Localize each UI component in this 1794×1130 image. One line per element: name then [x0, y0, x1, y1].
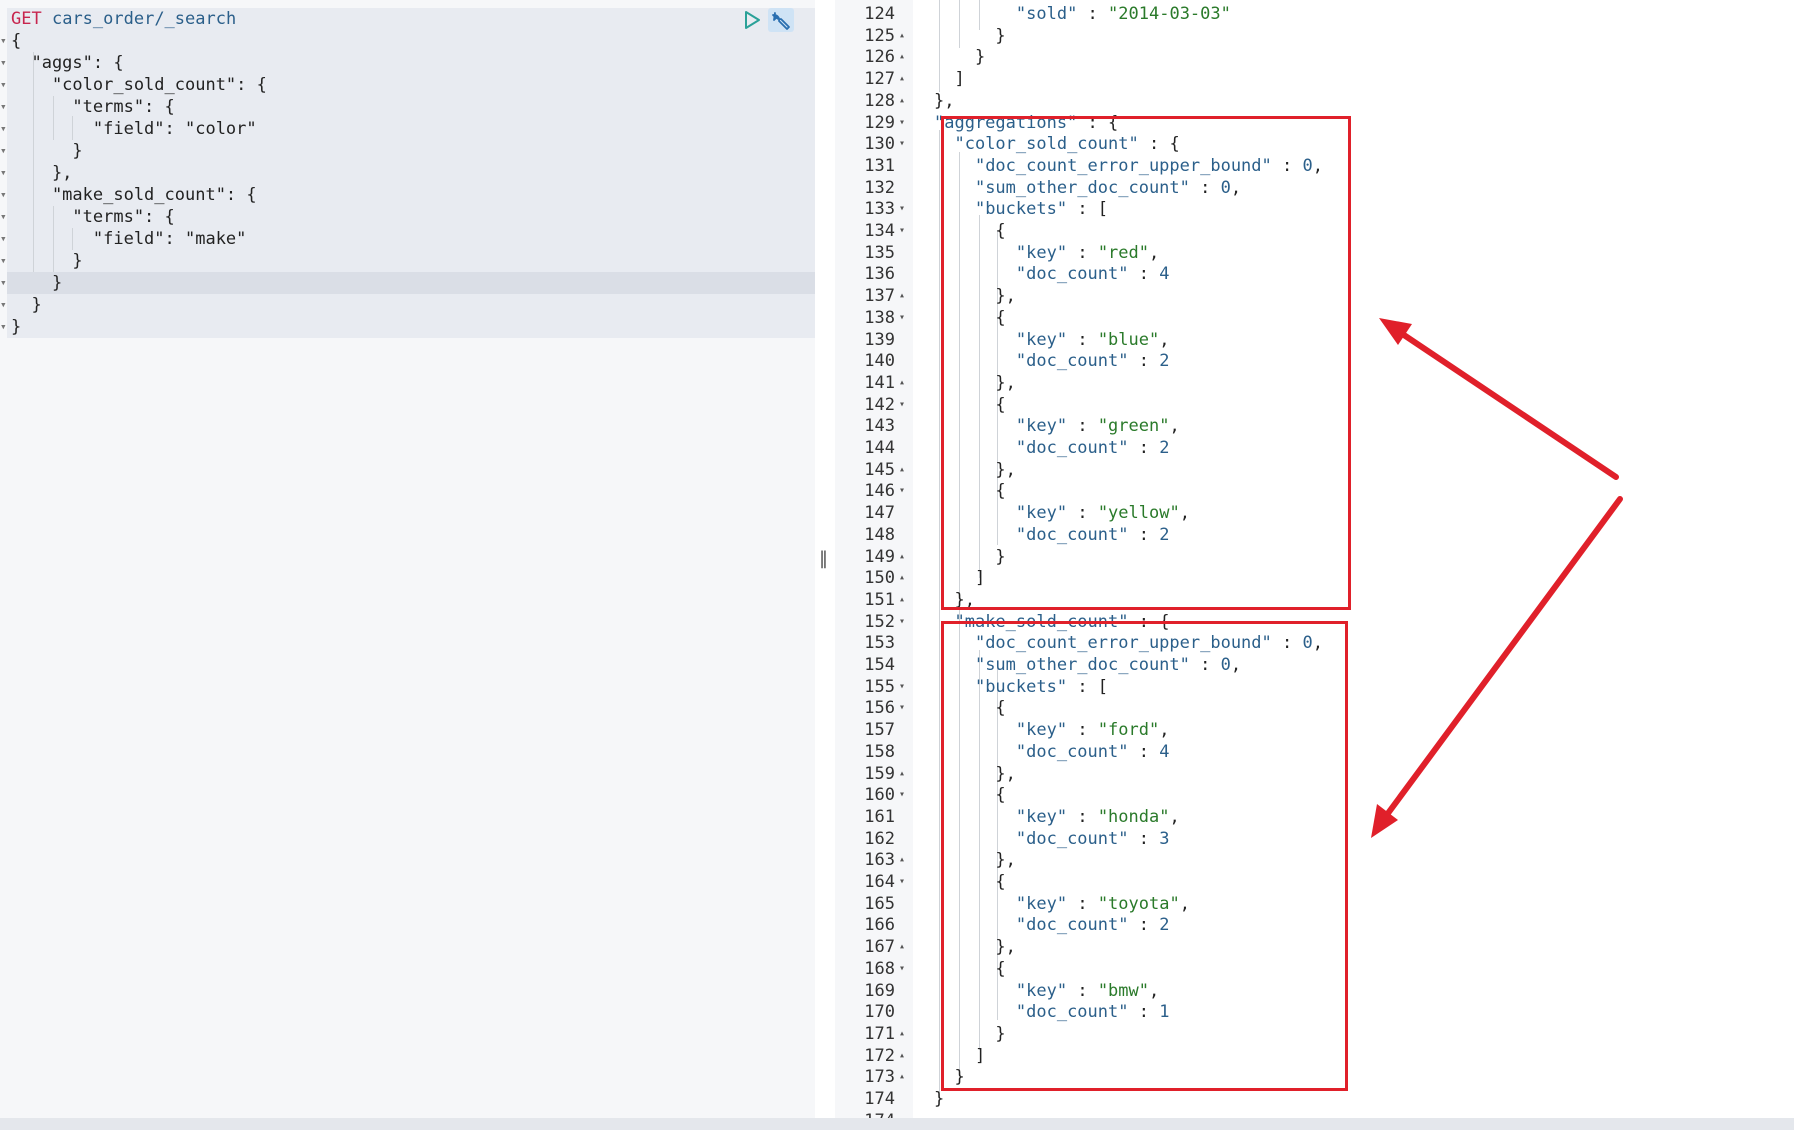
arrowhead-color — [1379, 318, 1412, 345]
horizontal-scrollbar[interactable] — [0, 1118, 1794, 1130]
kibana-dev-tools-console: ▾ ▾ ▾ ▾ ▾ ▾ ▾ ▾ ▾ ▾ ▾ ▾ ▾ ▾ GET cars_order/_search{ "… — [0, 0, 1794, 1130]
arrow-to-make-box — [1383, 496, 1623, 819]
annotation-arrows — [1371, 318, 1623, 838]
arrow-to-color-box — [1395, 328, 1619, 480]
